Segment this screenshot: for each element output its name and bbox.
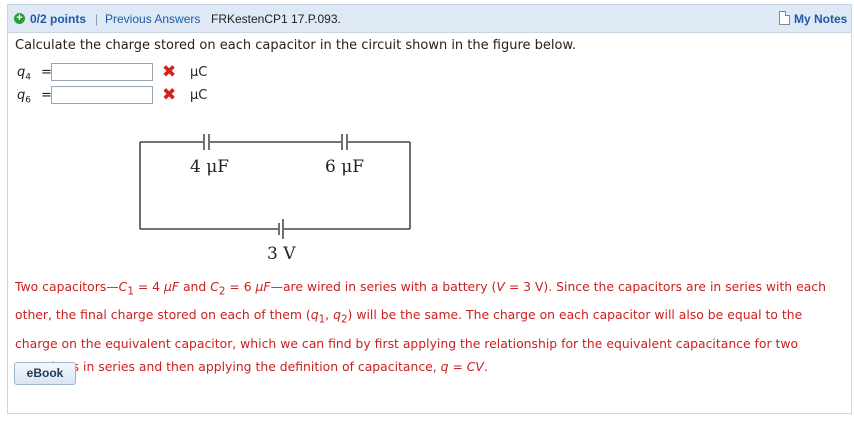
expand-plus-icon[interactable]: + (14, 13, 25, 24)
ebook-button[interactable]: eBook (14, 362, 76, 385)
explanation-text: Two capacitors—C1 = 4 μF and C2 = 6 μF—a… (15, 279, 826, 374)
previous-answers-link[interactable]: Previous Answers (105, 12, 200, 26)
answer-variable: q4 (17, 65, 31, 83)
battery-label: 3 V (267, 244, 296, 262)
q6-answer-input[interactable] (51, 86, 153, 104)
unit-label: μC (190, 88, 208, 103)
my-notes-link[interactable]: My Notes (794, 12, 847, 26)
capacitor-1-label: 4 μF (190, 157, 229, 177)
q4-answer-input[interactable] (51, 63, 153, 81)
question-header: + 0/2 points | Previous Answers FRKesten… (8, 5, 851, 33)
notes-page-icon[interactable] (779, 11, 790, 25)
incorrect-x-icon: ✖ (162, 62, 177, 82)
question-prompt: Calculate the charge stored on each capa… (15, 38, 577, 53)
unit-label: μC (190, 65, 208, 80)
question-id: FRKestenCP1 17.P.093. (211, 12, 341, 26)
incorrect-x-icon: ✖ (162, 85, 177, 105)
answer-variable: q6 (17, 88, 31, 106)
circuit-diagram: 4 μF 6 μF 3 V (139, 134, 411, 262)
capacitor-2-label: 6 μF (325, 157, 364, 177)
header-separator: | (95, 12, 99, 26)
points-label: 0/2 points (30, 12, 87, 26)
